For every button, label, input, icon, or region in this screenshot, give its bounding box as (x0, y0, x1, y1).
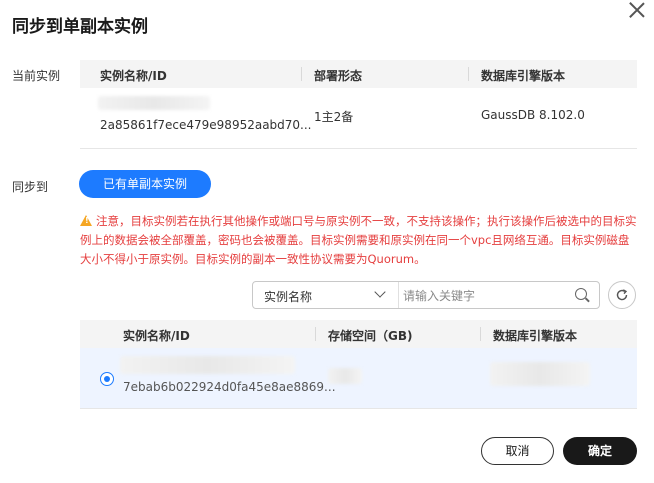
column-header-storage: 存储空间（GB) (328, 329, 413, 343)
column-divider (480, 327, 481, 341)
chevron-down-icon (374, 286, 386, 298)
column-header-name-id: 实例名称/ID (123, 329, 190, 343)
column-header-engine: 数据库引擎版本 (481, 69, 566, 83)
sync-to-label: 同步到 (12, 180, 49, 194)
column-header-engine: 数据库引擎版本 (493, 329, 578, 343)
target-instance-table: 实例名称/ID 存储空间（GB) 数据库引擎版本 7ebab6b022924d0… (80, 320, 637, 409)
column-divider (301, 67, 302, 81)
column-divider (315, 327, 316, 341)
redacted-instance-name (98, 96, 210, 110)
warning-message: ! 注意，目标实例若在执行其他操作或端口号与原实例不一致，不支持该操作；执行该操作… (80, 212, 640, 269)
column-header-deployment: 部署形态 (314, 69, 363, 83)
warning-text: 注意，目标实例若在执行其他操作或端口号与原实例不一致，不支持该操作；执行该操作后… (80, 214, 637, 266)
deployment-value: 1主2备 (314, 110, 354, 124)
table-row[interactable]: 7ebab6b022924d0fa45e8ae8869... (80, 348, 637, 409)
column-divider (468, 67, 469, 81)
redacted-engine-version (490, 362, 590, 386)
table-header: 实例名称/ID 存储空间（GB) 数据库引擎版本 (80, 320, 637, 348)
engine-version-value: GaussDB 8.102.0 (481, 108, 585, 122)
redacted-instance-name (120, 356, 295, 374)
filter-select-value: 实例名称 (264, 290, 313, 304)
close-icon[interactable] (627, 0, 647, 20)
search-bar: 实例名称 (252, 281, 600, 309)
current-instance-table: 实例名称/ID 部署形态 数据库引擎版本 2a85861f7ece479e989… (80, 60, 637, 150)
filter-select[interactable]: 实例名称 (253, 282, 399, 308)
cancel-button[interactable]: 取消 (481, 437, 554, 465)
table-row: 2a85861f7ece479e98952aabd70... 1主2备 Gaus… (80, 88, 637, 149)
refresh-button[interactable] (608, 281, 636, 309)
instance-id: 7ebab6b022924d0fa45e8ae8869... (123, 380, 336, 394)
current-instance-label: 当前实例 (12, 69, 61, 83)
row-radio-button[interactable] (100, 372, 114, 386)
dialog-title: 同步到单副本实例 (12, 17, 148, 37)
redacted-storage (328, 368, 362, 384)
instance-id: 2a85861f7ece479e98952aabd70... (100, 118, 312, 132)
search-icon[interactable] (575, 288, 587, 300)
column-header-name-id: 实例名称/ID (100, 69, 167, 83)
existing-single-replica-button[interactable]: 已有单副本实例 (79, 170, 211, 198)
confirm-button[interactable]: 确定 (563, 437, 637, 465)
refresh-icon (616, 289, 628, 301)
search-input[interactable] (401, 285, 565, 307)
warning-icon: ! (80, 215, 92, 226)
table-header: 实例名称/ID 部署形态 数据库引擎版本 (80, 60, 637, 88)
